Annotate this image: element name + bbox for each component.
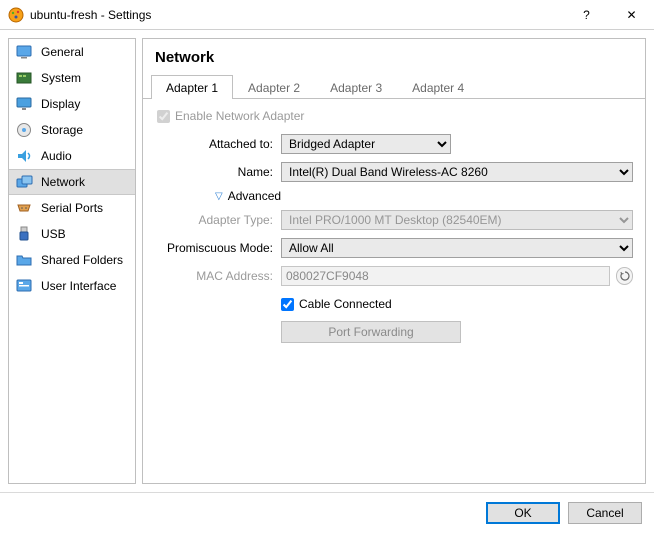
mac-address-label: MAC Address: xyxy=(155,269,281,283)
sidebar-item-network[interactable]: Network xyxy=(9,169,135,195)
sidebar-item-audio[interactable]: Audio xyxy=(9,143,135,169)
settings-sidebar: General System Display Storage Audio Net… xyxy=(8,38,136,484)
sidebar-item-label: Serial Ports xyxy=(41,201,103,215)
usb-icon xyxy=(15,225,33,243)
help-button[interactable]: ? xyxy=(564,0,609,30)
mac-refresh-button[interactable] xyxy=(616,267,633,285)
shared-folders-icon xyxy=(15,251,33,269)
sidebar-item-display[interactable]: Display xyxy=(9,91,135,117)
sidebar-item-label: USB xyxy=(41,227,66,241)
sidebar-item-general[interactable]: General xyxy=(9,39,135,65)
promiscuous-mode-label: Promiscuous Mode: xyxy=(155,241,281,255)
advanced-label: Advanced xyxy=(228,189,281,203)
sidebar-item-system[interactable]: System xyxy=(9,65,135,91)
sidebar-item-label: Shared Folders xyxy=(41,253,123,267)
close-button[interactable]: ✕ xyxy=(609,0,654,30)
sidebar-item-label: Audio xyxy=(41,149,72,163)
cable-connected-label: Cable Connected xyxy=(281,297,633,311)
attached-to-select[interactable]: Bridged Adapter xyxy=(281,134,451,154)
window-title: ubuntu-fresh - Settings xyxy=(30,8,564,22)
sidebar-item-label: System xyxy=(41,71,81,85)
sidebar-item-serial-ports[interactable]: Serial Ports xyxy=(9,195,135,221)
attached-to-label: Attached to: xyxy=(155,137,281,151)
sidebar-item-label: Display xyxy=(41,97,80,111)
enable-adapter-row: Enable Network Adapter xyxy=(157,109,633,123)
promiscuous-mode-select[interactable]: Allow All xyxy=(281,238,633,258)
enable-adapter-label: Enable Network Adapter xyxy=(157,109,633,123)
app-icon xyxy=(8,7,24,23)
sidebar-item-shared-folders[interactable]: Shared Folders xyxy=(9,247,135,273)
storage-icon xyxy=(15,121,33,139)
cable-connected-checkbox[interactable] xyxy=(281,298,294,311)
audio-icon xyxy=(15,147,33,165)
ok-button[interactable]: OK xyxy=(486,502,560,524)
refresh-icon xyxy=(620,271,630,281)
adapter-type-select: Intel PRO/1000 MT Desktop (82540EM) xyxy=(281,210,633,230)
ui-icon xyxy=(15,277,33,295)
cancel-button[interactable]: Cancel xyxy=(568,502,642,524)
sidebar-item-label: Storage xyxy=(41,123,83,137)
sidebar-item-label: User Interface xyxy=(41,279,116,293)
enable-adapter-checkbox[interactable] xyxy=(157,110,170,123)
sidebar-item-user-interface[interactable]: User Interface xyxy=(9,273,135,299)
adapter-name-select[interactable]: Intel(R) Dual Band Wireless-AC 8260 xyxy=(281,162,633,182)
name-label: Name: xyxy=(155,165,281,179)
display-icon xyxy=(15,95,33,113)
main-pane: Network Adapter 1 Adapter 2 Adapter 3 Ad… xyxy=(142,38,646,484)
system-icon xyxy=(15,69,33,87)
tab-adapter-3[interactable]: Adapter 3 xyxy=(315,75,397,99)
tab-adapter-1[interactable]: Adapter 1 xyxy=(151,75,233,99)
sidebar-item-usb[interactable]: USB xyxy=(9,221,135,247)
advanced-toggle[interactable]: ▽ Advanced xyxy=(215,189,633,203)
sidebar-item-label: Network xyxy=(41,175,85,189)
serial-icon xyxy=(15,199,33,217)
general-icon xyxy=(15,43,33,61)
tab-adapter-4[interactable]: Adapter 4 xyxy=(397,75,479,99)
network-icon xyxy=(15,173,33,191)
tab-adapter-2[interactable]: Adapter 2 xyxy=(233,75,315,99)
body: General System Display Storage Audio Net… xyxy=(0,30,654,492)
adapter-type-label: Adapter Type: xyxy=(155,213,281,227)
mac-address-field[interactable] xyxy=(281,266,610,286)
adapter-tabs: Adapter 1 Adapter 2 Adapter 3 Adapter 4 xyxy=(143,74,645,99)
port-forwarding-button: Port Forwarding xyxy=(281,321,461,343)
sidebar-item-storage[interactable]: Storage xyxy=(9,117,135,143)
adapter-form: Enable Network Adapter Attached to: Brid… xyxy=(143,99,645,349)
titlebar: ubuntu-fresh - Settings ? ✕ xyxy=(0,0,654,30)
page-title: Network xyxy=(143,39,645,74)
dialog-footer: OK Cancel xyxy=(0,492,654,532)
sidebar-item-label: General xyxy=(41,45,84,59)
twisty-down-icon: ▽ xyxy=(215,191,223,202)
